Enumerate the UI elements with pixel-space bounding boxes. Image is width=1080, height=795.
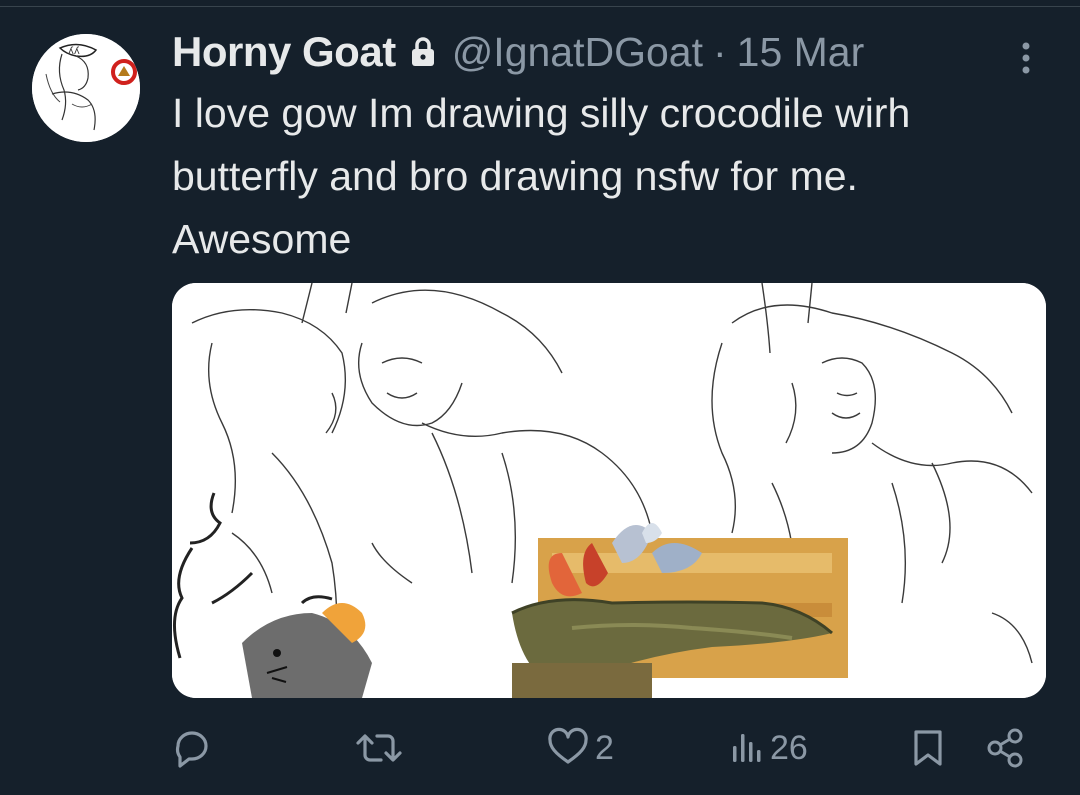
top-divider (0, 0, 1080, 7)
views-button[interactable]: 26 (730, 716, 808, 780)
heart-icon (548, 727, 588, 764)
share-icon (987, 728, 1023, 768)
share-button[interactable] (984, 716, 1028, 780)
tweet-text-line: butterfly and bro drawing nsfw for me. (172, 153, 858, 199)
views-count: 26 (770, 728, 808, 767)
tweet-text-line: I love gow Im drawing silly crocodile wi… (172, 90, 911, 136)
tweet-text-line: Awesome (172, 216, 352, 262)
like-button[interactable]: 2 (547, 716, 614, 780)
tweet-date[interactable]: 15 Mar (737, 29, 865, 76)
display-name[interactable]: Horny Goat (172, 28, 396, 76)
lock-icon (410, 37, 436, 67)
svg-text:ʎʎ: ʎʎ (68, 46, 80, 57)
more-options-button[interactable] (1010, 34, 1042, 78)
sketch-illustration (172, 283, 1046, 698)
views-icon (733, 734, 761, 762)
user-handle[interactable]: @IgnatDGoat (452, 29, 703, 76)
more-icon (1022, 42, 1030, 74)
bookmark-button[interactable] (910, 716, 946, 780)
retweet-icon (356, 734, 402, 762)
separator-dot: · (713, 28, 727, 75)
reply-button[interactable] (170, 716, 220, 780)
tweet-text: I love gow Im drawing silly crocodile wi… (172, 82, 1062, 271)
tweet-header: Horny Goat @IgnatDGoat · 15 Mar (172, 26, 864, 78)
tweet-media-image[interactable] (172, 283, 1046, 698)
reply-icon (175, 731, 208, 768)
like-count: 2 (595, 728, 614, 767)
bookmark-icon (914, 730, 942, 766)
avatar[interactable]: ʎʎ (32, 34, 140, 142)
tweet-actions: 2 26 (0, 716, 1080, 780)
retweet-button[interactable] (354, 716, 410, 780)
avatar-drawing: ʎʎ (32, 34, 140, 142)
